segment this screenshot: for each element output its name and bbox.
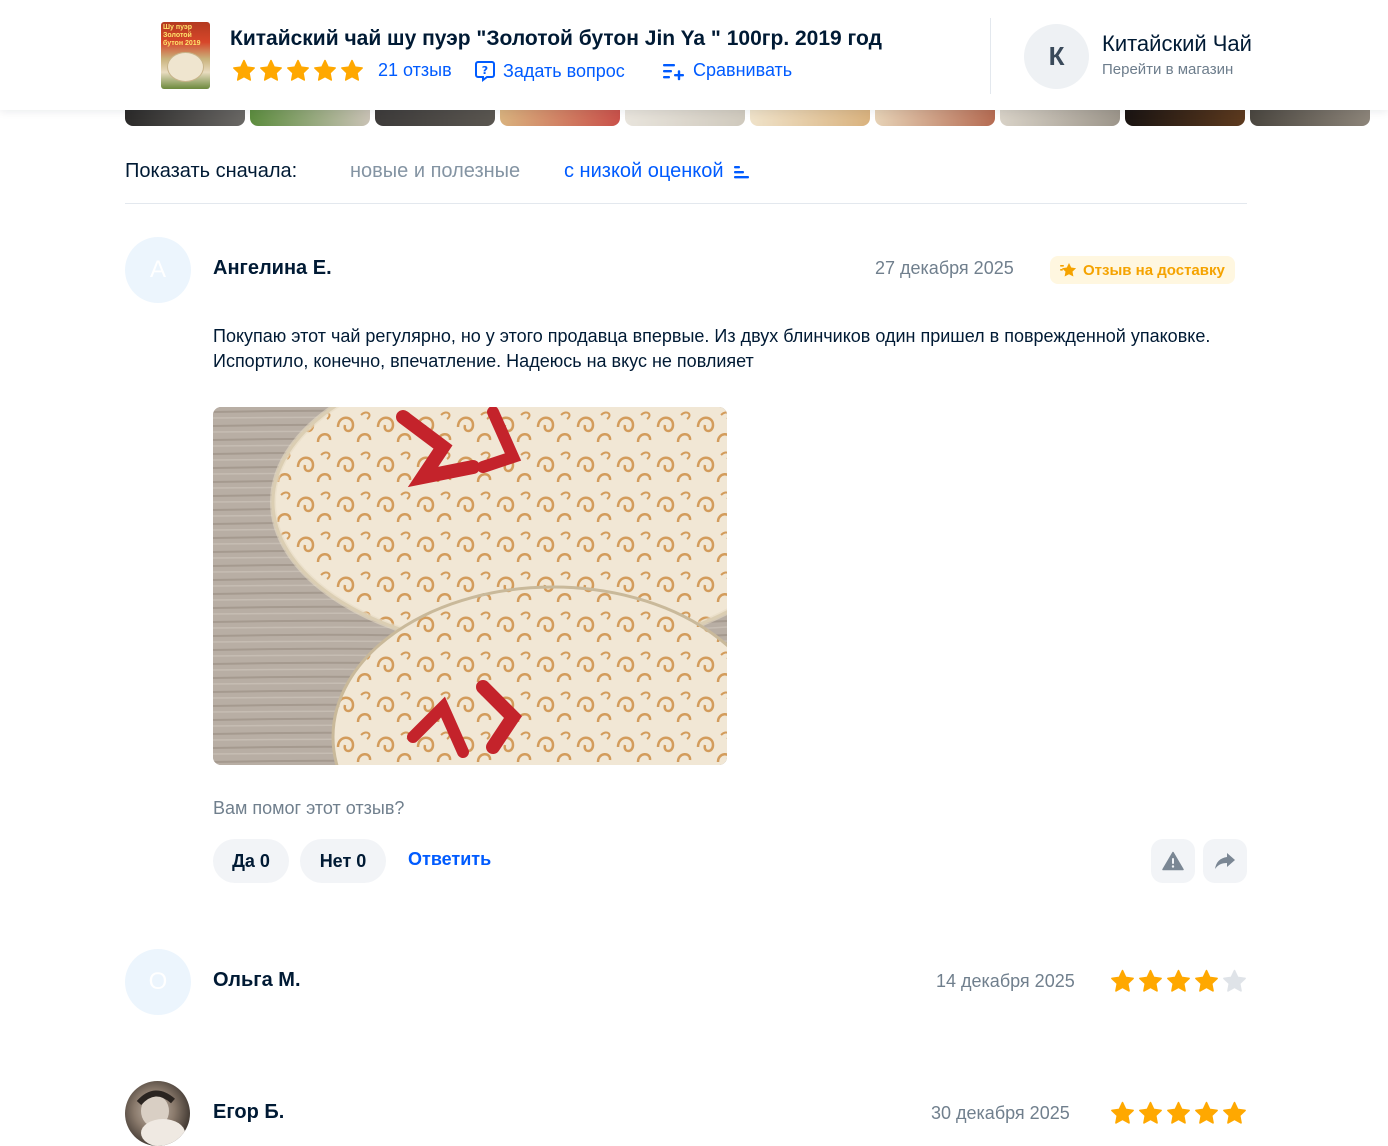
star-filled-icon	[1195, 969, 1218, 992]
warning-icon	[1162, 851, 1184, 871]
review-date: 14 декабря 2025	[936, 971, 1075, 991]
product-header: Шу пуэр Золотой бутон 2019 Китайский чай…	[0, 0, 1388, 110]
star-filled-icon	[1111, 969, 1134, 992]
product-rating-stars	[232, 59, 364, 82]
reviewer-name: Егор Б.	[213, 1101, 285, 1123]
sort-divider	[125, 203, 1247, 204]
sort-option-low-rating-label: с низкой оценкой	[564, 160, 724, 182]
sort-label: Показать сначала:	[125, 160, 298, 182]
helpful-no-button[interactable]: Нет 0	[300, 839, 386, 883]
helpful-yes-button[interactable]: Да 0	[213, 839, 289, 883]
star-filled-icon	[1139, 969, 1162, 992]
svg-text:?: ?	[482, 64, 488, 77]
delivery-review-badge-label: Отзыв на доставку	[1083, 261, 1225, 279]
reviews-count-link[interactable]: 21 отзыв	[378, 60, 452, 81]
share-arrow-icon	[1215, 853, 1235, 869]
question-bubble-icon: ?	[475, 61, 495, 82]
star-filled-icon	[1139, 1101, 1162, 1124]
star-filled-icon	[1195, 1101, 1218, 1124]
product-thumbnail[interactable]: Шу пуэр Золотой бутон 2019	[161, 22, 210, 89]
sort-option-low-rating[interactable]: с низкой оценкой	[564, 160, 750, 183]
reviewer-avatar-photo	[125, 1081, 190, 1146]
product-title: Китайский чай шу пуэр "Золотой бутон Jin…	[230, 27, 882, 50]
reviewer-name: Ангелина Е.	[213, 257, 332, 279]
helpful-question: Вам помог этот отзыв?	[213, 798, 405, 818]
shop-avatar[interactable]: К	[1024, 24, 1089, 89]
reviewer-avatar: А	[125, 237, 191, 303]
compare-label: Сравнивать	[693, 60, 793, 80]
review-text: Покупаю этот чай регулярно, но у этого п…	[213, 326, 1211, 371]
review-date: 27 декабря 2025	[875, 258, 1014, 278]
star-filled-icon	[233, 59, 255, 81]
review-photo[interactable]	[213, 407, 727, 765]
review-rating-stars	[1110, 1101, 1247, 1125]
review-rating-stars	[1110, 969, 1247, 993]
tea-cake-image	[167, 52, 204, 82]
sort-ascending-icon	[733, 165, 749, 178]
sort-option-new-helpful[interactable]: новые и полезные	[350, 160, 520, 183]
reply-button[interactable]: Ответить	[408, 849, 491, 870]
product-thumb-text: Шу пуэр Золотой бутон 2019	[163, 24, 201, 47]
reviewer-name: Ольга М.	[213, 969, 301, 991]
delivery-star-icon	[1060, 263, 1077, 277]
compare-add-icon	[663, 63, 684, 80]
star-empty-icon	[1223, 969, 1246, 992]
star-filled-icon	[1111, 1101, 1134, 1124]
star-filled-icon	[314, 59, 336, 81]
report-button[interactable]	[1151, 839, 1195, 883]
review-date: 30 декабря 2025	[931, 1103, 1070, 1123]
header-divider	[990, 18, 991, 94]
star-filled-icon	[287, 59, 309, 81]
reviews-count-label: 21 отзыв	[378, 60, 452, 80]
reviewer-avatar: О	[125, 949, 191, 1015]
compare-button[interactable]: Сравнивать	[662, 60, 792, 81]
share-button[interactable]	[1203, 839, 1247, 883]
star-filled-icon	[1167, 1101, 1190, 1124]
ask-question-label: Задать вопрос	[503, 60, 625, 81]
shop-name[interactable]: Китайский Чай	[1102, 31, 1252, 57]
go-to-shop-link[interactable]: Перейти в магазин	[1102, 61, 1233, 78]
ask-question-button[interactable]: ? Задать вопрос	[474, 60, 625, 82]
star-filled-icon	[1223, 1101, 1246, 1124]
delivery-review-badge: Отзыв на доставку	[1050, 256, 1235, 284]
tea-cakes-photo	[213, 407, 727, 765]
star-filled-icon	[341, 59, 363, 81]
star-filled-icon	[1167, 969, 1190, 992]
star-filled-icon	[260, 59, 282, 81]
